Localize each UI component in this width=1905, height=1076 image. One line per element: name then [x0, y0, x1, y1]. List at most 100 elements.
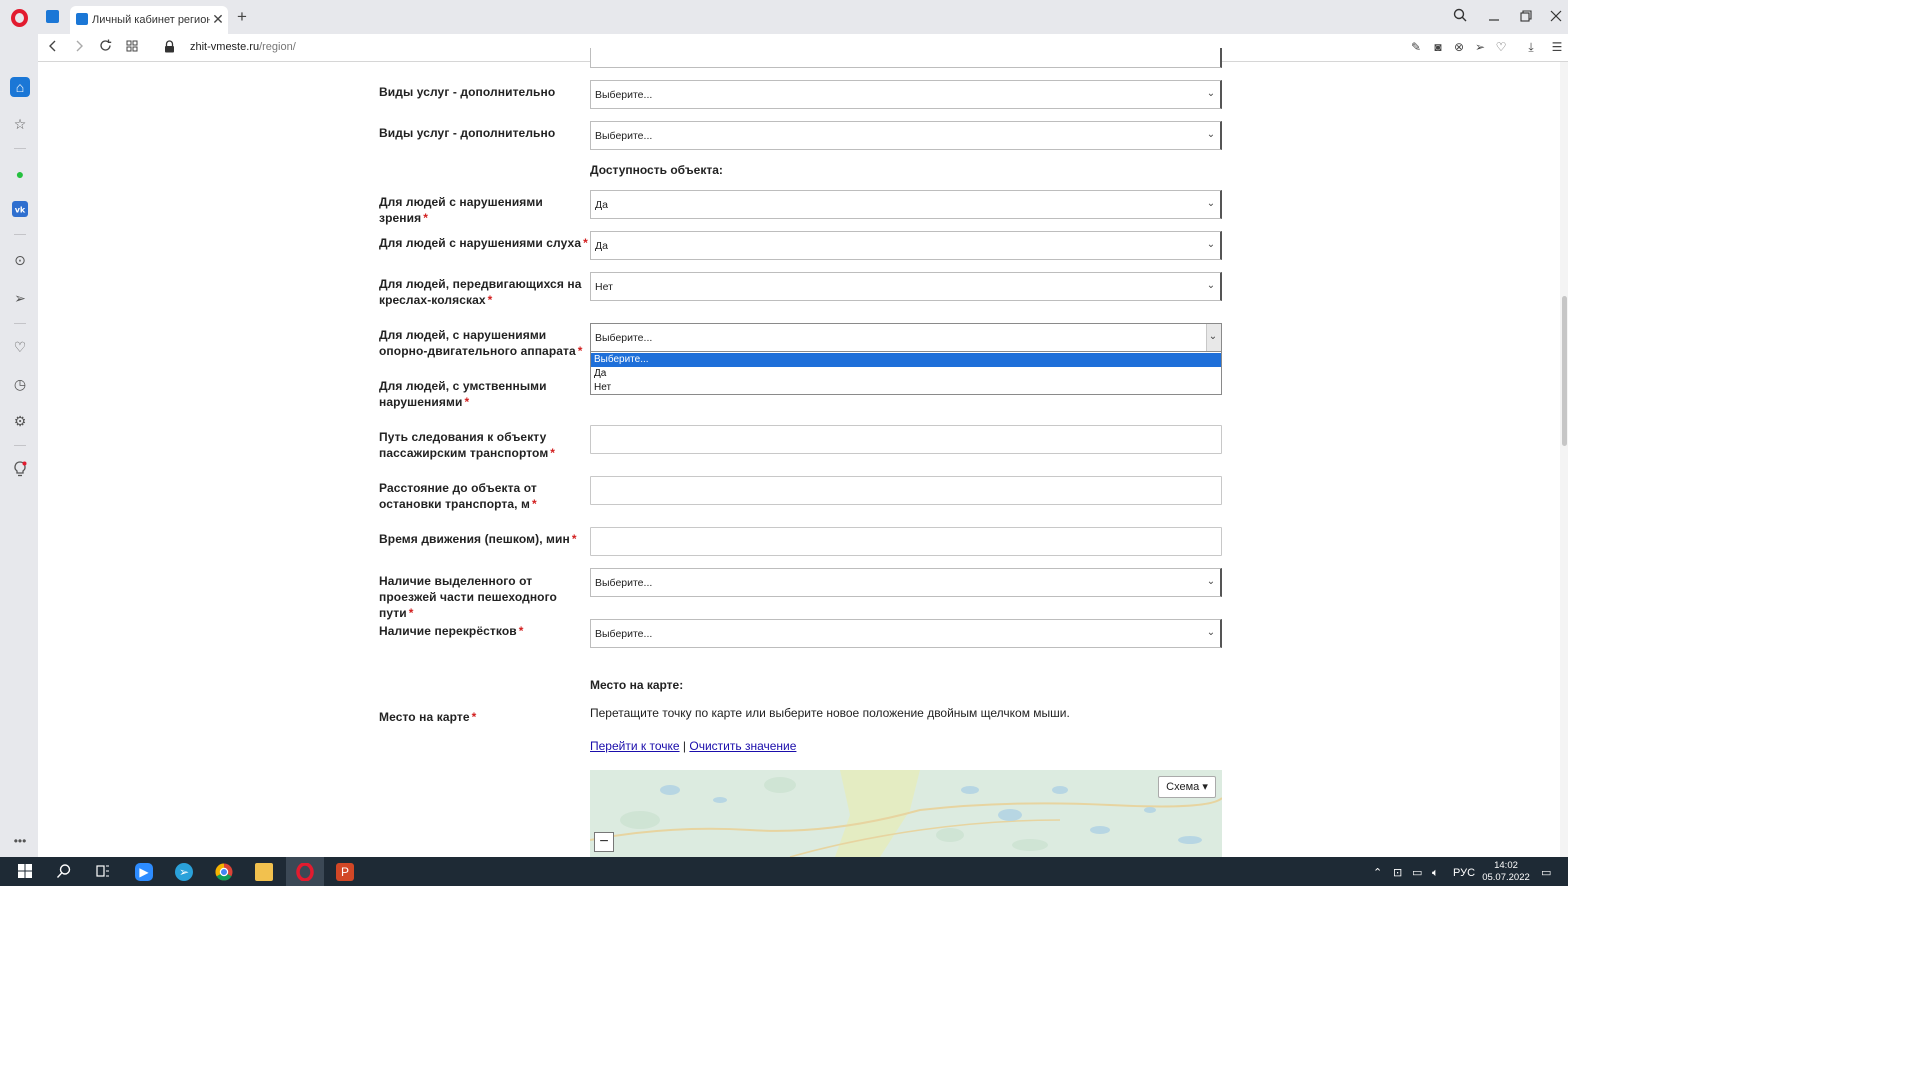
url-domain: zhit-vmeste.ru [190, 41, 260, 53]
tray-device-icon[interactable]: ⊡ [1393, 866, 1402, 880]
map-links: Перейти к точке | Очистить значение [590, 738, 796, 754]
extra-services-1-label: Виды услуг - дополнительно [379, 85, 556, 99]
easy-setup-icon[interactable]: ☰ [1549, 38, 1565, 56]
task-view-icon[interactable] [94, 863, 112, 881]
search-icon[interactable] [1450, 7, 1470, 27]
windows-taskbar [0, 857, 1568, 886]
home-icon[interactable]: ⌂ [10, 77, 30, 97]
adblock-icon[interactable]: ⊗ [1451, 38, 1467, 56]
restore-icon[interactable] [1516, 7, 1536, 27]
chevron-down-icon: ⌄ [1206, 198, 1216, 209]
download-icon[interactable]: ⤓ [1523, 38, 1539, 56]
file-explorer-icon[interactable] [255, 863, 273, 881]
network-icon[interactable]: ▭ [1412, 866, 1422, 880]
tabs-grid-icon[interactable] [123, 38, 141, 56]
volume-icon[interactable]: 🔈︎ [1432, 866, 1439, 880]
mental-label: Для людей, с умственными нарушениями * [379, 379, 547, 409]
clock-time: 14:02 [1494, 860, 1518, 871]
goto-point-link[interactable]: Перейти к точке [590, 739, 680, 753]
stop-distance-input[interactable] [590, 476, 1222, 505]
pinned-tab-icon[interactable] [46, 10, 59, 23]
extra-services-2-select[interactable]: Выберите... ⌄ [590, 121, 1222, 150]
reload-icon[interactable] [96, 38, 114, 56]
minimize-icon[interactable] [1484, 7, 1504, 27]
select-value: Нет [595, 281, 613, 293]
history-clock-icon[interactable]: ◷ [10, 374, 30, 394]
start-windows-icon[interactable] [16, 863, 34, 881]
back-icon[interactable] [44, 38, 62, 56]
zoom-app-icon[interactable]: ▶ [135, 863, 153, 881]
chevron-down-icon: ⌄ [1206, 627, 1216, 638]
chevron-down-icon: ⌄ [1206, 129, 1216, 140]
hearing-select[interactable]: Да ⌄ [590, 231, 1222, 260]
send-icon[interactable]: ➢ [1472, 38, 1488, 56]
transport-route-input[interactable] [590, 425, 1222, 454]
musculoskeletal-label: Для людей, с нарушениями опорно-двигател… [379, 328, 583, 358]
star-icon[interactable]: ☆ [10, 114, 30, 134]
select-value: Выберите... [595, 577, 653, 589]
accessibility-title: Доступность объекта: [590, 163, 723, 177]
select-value: Да [595, 240, 608, 252]
player-icon[interactable]: ⊙ [10, 250, 30, 270]
active-tab[interactable]: Личный кабинет регионал ✕ [70, 6, 228, 34]
hearing-label: Для людей с нарушениями слуха * [379, 236, 588, 250]
flow-send-icon[interactable]: ➢ [10, 288, 30, 308]
wheelchair-select[interactable]: Нет ⌄ [590, 272, 1222, 301]
zoom-out-button[interactable]: − [594, 832, 614, 852]
vk-icon[interactable]: vk [10, 201, 30, 221]
crossings-select[interactable]: Выберите... ⌄ [590, 619, 1222, 648]
tab-close-icon[interactable]: ✕ [211, 10, 225, 28]
close-window-icon[interactable] [1546, 7, 1566, 27]
chevron-down-icon: ⌄ [1206, 88, 1216, 99]
browser-tab-bar: Личный кабинет регионал ✕ + [0, 0, 1568, 34]
opera-sidebar: ⌂ ☆ ● vk ⊙ ➢ ♡ ◷ ⚙ ••• [0, 34, 38, 857]
dropdown-option[interactable]: Да [591, 367, 1221, 381]
notifications-icon[interactable]: ▭ [1541, 866, 1551, 880]
language-indicator[interactable]: РУС [1453, 866, 1475, 880]
walk-time-input[interactable] [590, 527, 1222, 556]
map-hint: Перетащите точку по карте или выберите н… [590, 706, 1070, 720]
tips-bulb-icon[interactable] [10, 461, 30, 481]
forward-icon[interactable] [70, 38, 88, 56]
dropdown-option[interactable]: Выберите... [591, 353, 1221, 367]
extra-services-2-label: Виды услуг - дополнительно [379, 126, 556, 140]
extra-services-1-select[interactable]: Выберите... ⌄ [590, 80, 1222, 109]
clock-date: 05.07.2022 [1482, 872, 1530, 883]
powerpoint-icon[interactable]: P [336, 863, 354, 881]
page-scrollbar[interactable] [1560, 62, 1568, 857]
heart-icon[interactable]: ♡ [1493, 38, 1509, 56]
stop-distance-label: Расстояние до объекта от остановки транс… [379, 481, 537, 511]
url-path: /region/ [259, 41, 296, 53]
edit-icon[interactable]: ✎ [1408, 38, 1424, 56]
pedestrian-path-select[interactable]: Выберите... ⌄ [590, 568, 1222, 597]
new-tab-button[interactable]: + [234, 8, 250, 26]
map-view[interactable] [590, 770, 1222, 857]
opera-logo-icon[interactable] [11, 9, 28, 27]
camera-icon[interactable]: ◙ [1430, 38, 1446, 56]
wheelchair-label: Для людей, передвигающихся на креслах-ко… [379, 277, 582, 307]
vision-select[interactable]: Да ⌄ [590, 190, 1222, 219]
svg-text:vk: vk [15, 206, 26, 215]
cutoff-select[interactable] [590, 48, 1222, 68]
dropdown-option[interactable]: Нет [591, 381, 1221, 395]
map-type-button[interactable]: Схема ▾ [1158, 776, 1216, 798]
settings-gear-icon[interactable]: ⚙ [10, 411, 30, 431]
chrome-icon[interactable] [215, 863, 233, 881]
select-value: Выберите... [595, 332, 653, 344]
clear-value-link[interactable]: Очистить значение [689, 739, 796, 753]
opera-taskbar-icon[interactable] [296, 862, 314, 882]
lock-icon[interactable] [164, 40, 176, 53]
select-value: Выберите... [595, 130, 653, 142]
musculoskeletal-select[interactable]: Выберите... ⌄ [590, 323, 1222, 352]
more-dots-icon[interactable]: ••• [10, 831, 30, 851]
whatsapp-icon[interactable]: ● [10, 164, 30, 184]
url-field[interactable]: zhit-vmeste.ru/region/ [190, 40, 296, 54]
tray-chevron-icon[interactable]: ⌃ [1373, 866, 1382, 880]
taskbar-search-icon[interactable] [55, 863, 73, 881]
telegram-icon[interactable]: ➢ [175, 863, 193, 881]
page-scrollbar-thumb[interactable] [1562, 296, 1567, 446]
taskbar-clock[interactable]: 14:02 05.07.2022 [1478, 860, 1534, 884]
map-label: Место на карте * [379, 710, 477, 724]
chevron-down-icon: ⌄ [1206, 239, 1216, 250]
favorites-heart-icon[interactable]: ♡ [10, 337, 30, 357]
